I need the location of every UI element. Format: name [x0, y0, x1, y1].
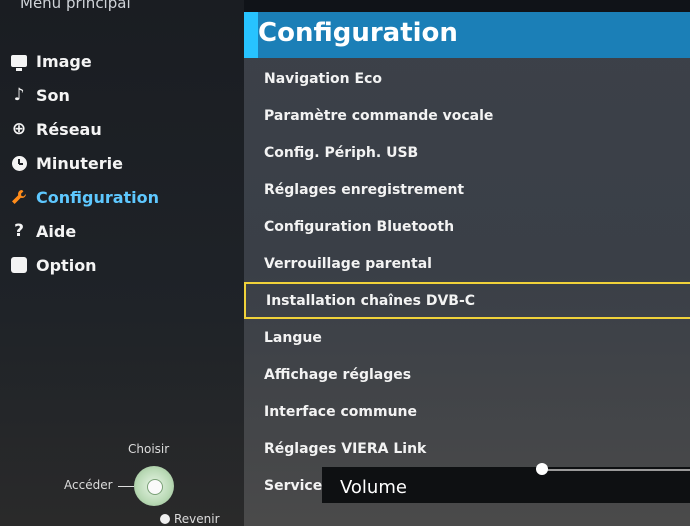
hint-connector — [118, 486, 134, 487]
menu-item-label: Son — [36, 85, 70, 105]
hint-access: Accéder — [64, 478, 113, 492]
globe-icon: ⊕ — [11, 118, 27, 139]
menu-item-label: Image — [36, 51, 92, 71]
main-menu-title: Menu principal — [20, 0, 131, 12]
config-item[interactable]: Réglages VIERA Link — [244, 430, 690, 467]
wrench-icon — [8, 187, 30, 207]
page-title: Configuration — [258, 18, 458, 48]
hint-choose: Choisir — [128, 442, 170, 456]
hint-back: Revenir — [174, 512, 220, 526]
config-item-selected[interactable]: Installation chaînes DVB-C — [244, 282, 690, 319]
menu-item-label: Minuterie — [36, 153, 123, 173]
main-menu-list: Image ♪ Son ⊕ Réseau Minuterie Configura… — [0, 44, 244, 282]
config-item[interactable]: Interface commune — [244, 393, 690, 430]
config-item[interactable]: Langue — [244, 319, 690, 356]
menu-item-aide[interactable]: ? Aide — [0, 214, 244, 248]
menu-item-label: Option — [36, 255, 97, 275]
menu-item-image[interactable]: Image — [0, 44, 244, 78]
config-item[interactable]: Verrouillage parental — [244, 245, 690, 282]
config-item[interactable]: Affichage réglages — [244, 356, 690, 393]
back-button-icon — [160, 514, 170, 524]
main-menu-panel: Menu principal Image ♪ Son ⊕ Réseau Minu… — [0, 0, 244, 526]
menu-item-minuterie[interactable]: Minuterie — [0, 146, 244, 180]
volume-slider-track[interactable] — [544, 469, 690, 471]
configuration-list: Navigation Eco Paramètre commande vocale… — [244, 60, 690, 504]
volume-slider-knob[interactable] — [536, 463, 548, 475]
configuration-panel: Configuration Navigation Eco Paramètre c… — [244, 12, 690, 526]
config-item[interactable]: Config. Périph. USB — [244, 134, 690, 171]
menu-item-configuration[interactable]: Configuration — [0, 180, 244, 214]
header-accent — [244, 12, 258, 58]
square-icon — [8, 255, 30, 275]
volume-overlay: Volume — [322, 463, 690, 503]
config-item[interactable]: Paramètre commande vocale — [244, 97, 690, 134]
menu-item-reseau[interactable]: ⊕ Réseau — [0, 112, 244, 146]
config-item[interactable]: Configuration Bluetooth — [244, 208, 690, 245]
music-note-icon: ♪ — [13, 84, 25, 105]
menu-item-option[interactable]: Option — [0, 248, 244, 282]
menu-item-label: Réseau — [36, 119, 102, 139]
menu-item-label: Configuration — [36, 187, 160, 207]
menu-item-label: Aide — [36, 221, 77, 241]
remote-ok-icon — [147, 479, 163, 495]
volume-label: Volume — [340, 477, 407, 498]
config-item[interactable]: Réglages enregistrement — [244, 171, 690, 208]
menu-item-son[interactable]: ♪ Son — [0, 78, 244, 112]
clock-icon — [8, 153, 30, 173]
screen-icon — [8, 51, 30, 71]
config-item[interactable]: Navigation Eco — [244, 60, 690, 97]
question-icon: ? — [14, 220, 24, 241]
